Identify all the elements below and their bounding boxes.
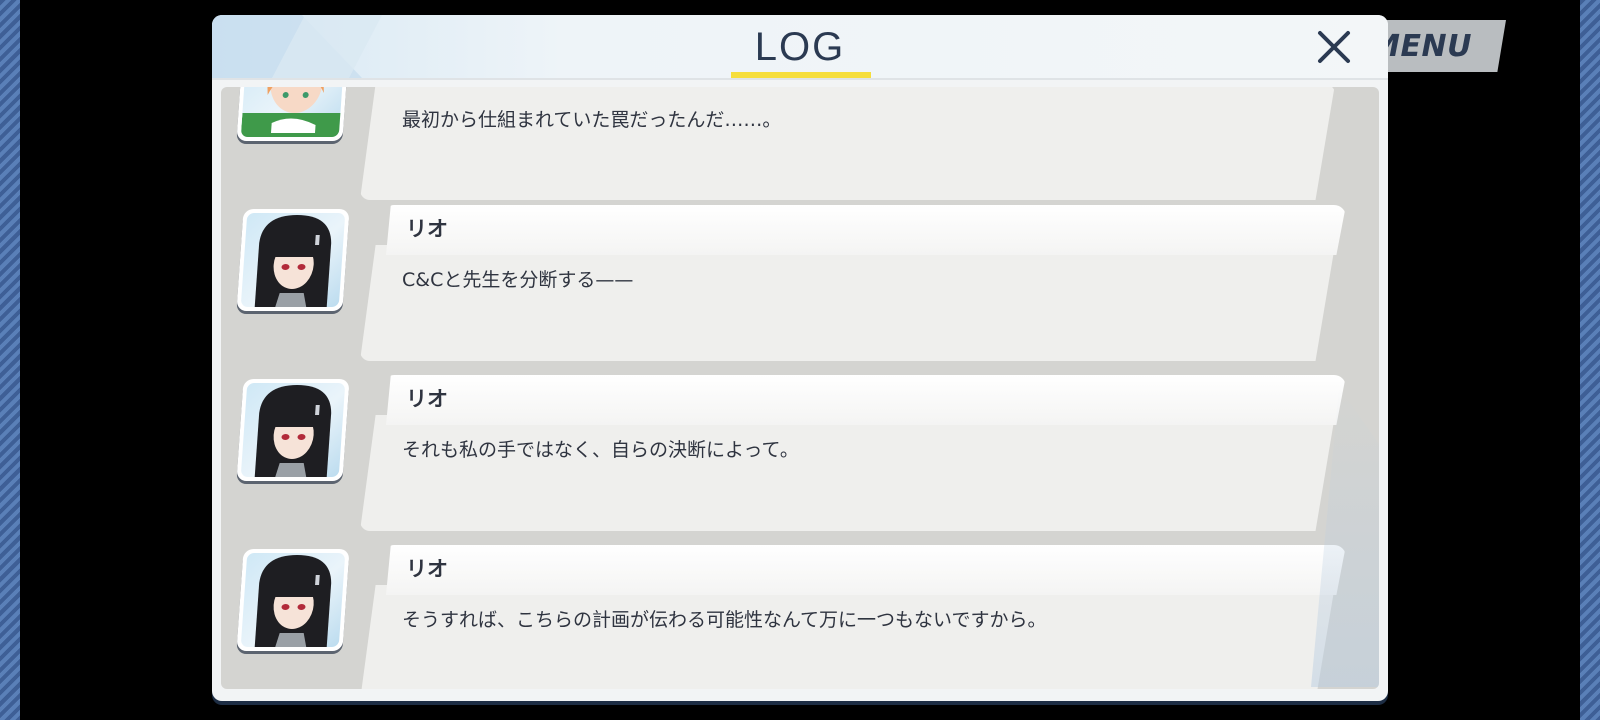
dialogue-text: そうすれば、こちらの計画が伝わる可能性なんて万に一つもないですから。 [402, 609, 1047, 631]
left-border-stripe [0, 0, 20, 720]
list-item: 最初から仕組まれていた罠だったんだ……。 [221, 87, 1379, 200]
log-dialog: LOG 最初から仕組まれていた罠だったんだ……。 リオ C&Cと先生を分断する—… [212, 15, 1388, 701]
page-title: LOG [754, 25, 846, 69]
black-haired-girl-icon [254, 385, 332, 477]
speaker-name: リオ [406, 557, 448, 581]
dialogue-text: 最初から仕組まれていた罠だったんだ……。 [402, 109, 782, 131]
speaker-name-bar [386, 205, 1346, 255]
character-portrait[interactable] [236, 549, 350, 651]
speaker-name: リオ [406, 387, 448, 411]
close-button[interactable] [1312, 25, 1356, 69]
portrait-image [240, 87, 346, 137]
dialogue-bubble [360, 415, 1335, 531]
portrait-image [240, 213, 346, 307]
close-icon [1318, 31, 1350, 63]
log-header: LOG [212, 15, 1388, 80]
character-portrait[interactable] [236, 379, 350, 481]
dialogue-bubble [360, 245, 1335, 361]
speaker-name: リオ [406, 217, 448, 241]
dialogue-text: C&Cと先生を分断する—— [402, 269, 634, 291]
black-haired-girl-icon [254, 215, 332, 307]
right-border-stripe [1580, 0, 1600, 720]
log-list[interactable]: 最初から仕組まれていた罠だったんだ……。 リオ C&Cと先生を分断する—— リオ… [221, 87, 1379, 689]
dialogue-bubble [360, 585, 1335, 689]
portrait-image [240, 383, 346, 477]
speaker-name-bar [386, 375, 1346, 425]
dialogue-text: それも私の手ではなく、自らの決断によって。 [402, 439, 799, 461]
orange-haired-girl-icon [240, 87, 343, 137]
list-item: リオ そうすれば、こちらの計画が伝わる可能性なんて万に一つもないですから。 [221, 545, 1379, 689]
portrait-image [240, 553, 346, 647]
list-item: リオ それも私の手ではなく、自らの決断によって。 [221, 375, 1379, 535]
character-portrait[interactable] [236, 87, 350, 141]
black-haired-girl-icon [254, 555, 332, 647]
character-portrait[interactable] [236, 209, 350, 311]
dialogue-bubble [360, 87, 1335, 200]
title-underline [731, 72, 871, 78]
list-item: リオ C&Cと先生を分断する—— [221, 205, 1379, 365]
speaker-name-bar [386, 545, 1346, 595]
